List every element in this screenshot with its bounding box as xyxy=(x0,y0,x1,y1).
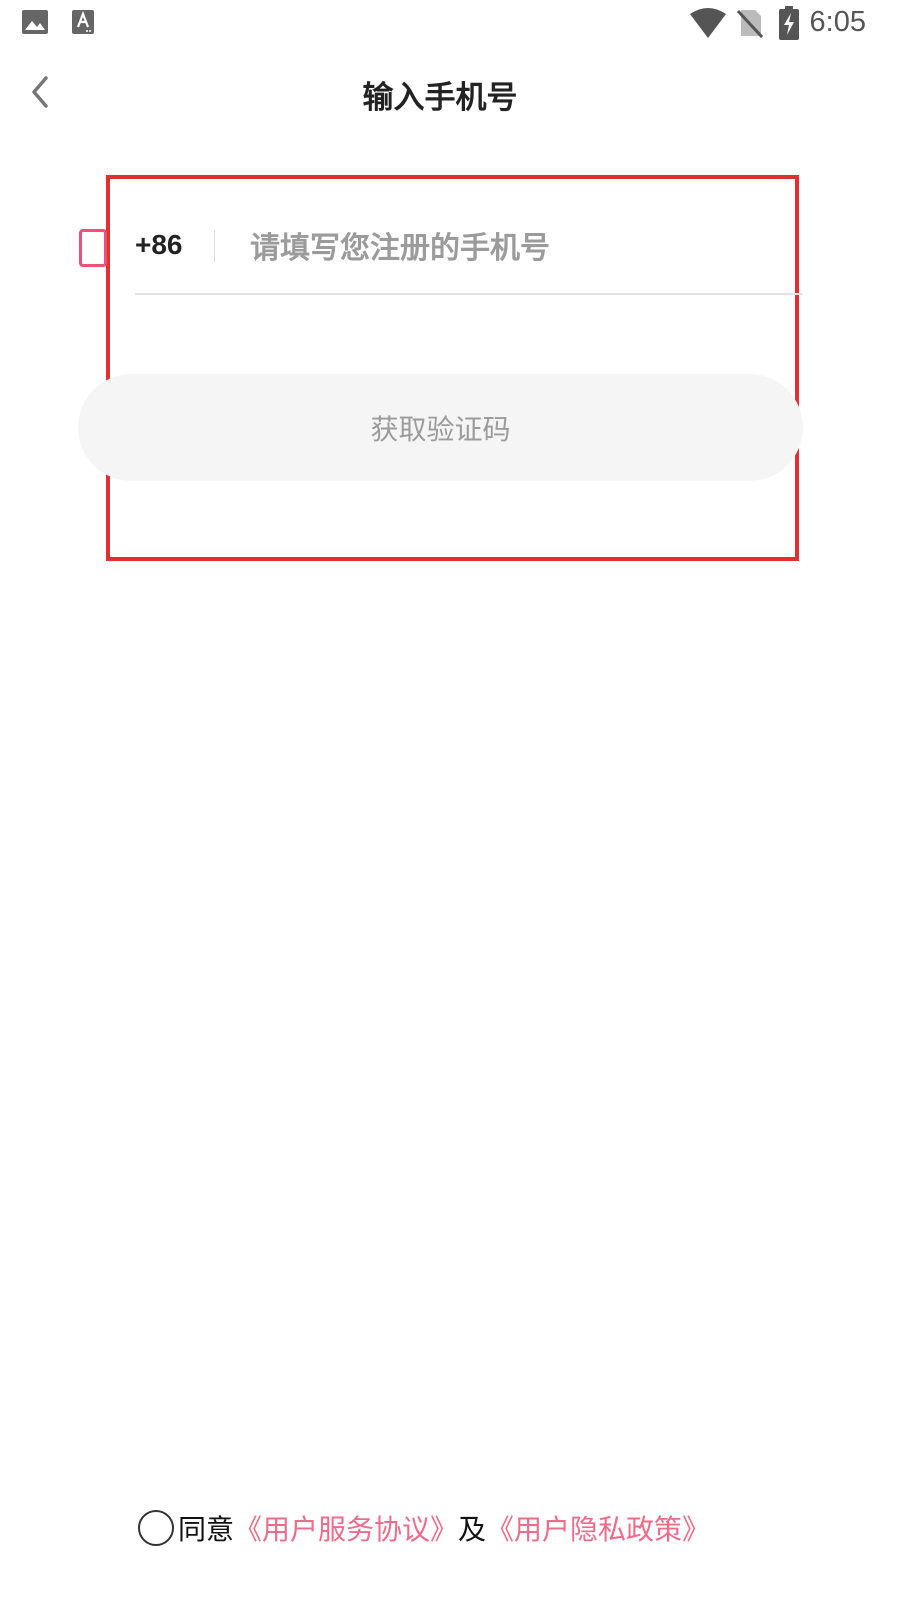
agreement-row: 同意 《用户服务协议》 及 《用户隐私政策》 xyxy=(138,1508,710,1548)
text-icon xyxy=(72,10,94,38)
divider xyxy=(214,230,215,262)
phone-input[interactable] xyxy=(238,222,822,274)
agree-checkbox[interactable] xyxy=(138,1510,174,1546)
privacy-link[interactable]: 《用户隐私政策》 xyxy=(486,1508,710,1548)
terms-link[interactable]: 《用户服务协议》 xyxy=(234,1508,458,1548)
image-icon xyxy=(22,10,48,38)
get-code-button[interactable]: 获取验证码 xyxy=(78,374,803,481)
status-time: 6:05 xyxy=(809,6,866,38)
status-bar: 6:05 xyxy=(0,0,900,48)
wifi-icon xyxy=(690,8,726,42)
phone-icon xyxy=(79,229,107,267)
country-code[interactable]: +86 xyxy=(135,229,183,261)
get-code-label: 获取验证码 xyxy=(370,412,511,446)
agreement-connector: 及 xyxy=(458,1513,487,1546)
battery-charging-icon xyxy=(779,6,799,44)
agreement-prefix: 同意 xyxy=(178,1513,235,1546)
page-title: 输入手机号 xyxy=(362,80,518,116)
no-sim-icon xyxy=(736,8,764,42)
input-underline xyxy=(135,293,803,295)
